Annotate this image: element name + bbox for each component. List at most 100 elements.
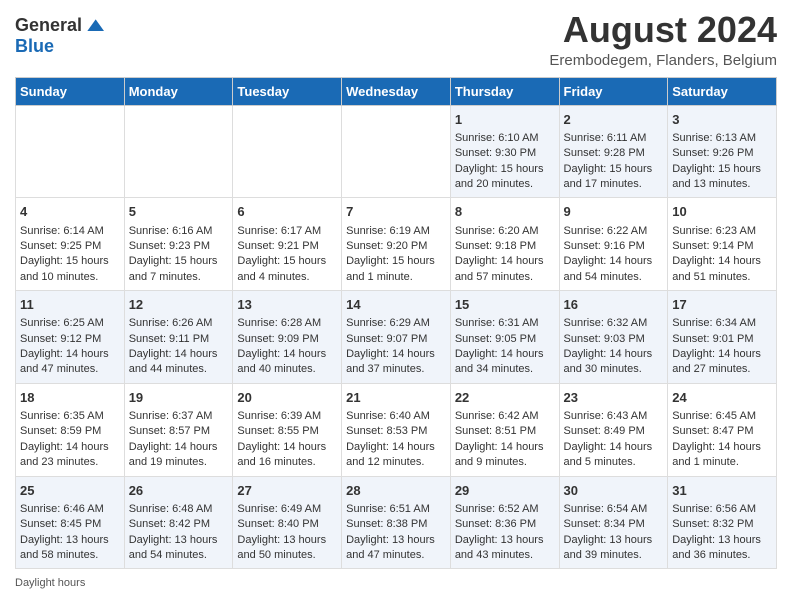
day-content: Sunrise: 6:10 AM Sunset: 9:30 PM Dayligh…: [455, 131, 555, 193]
calendar-cell: 6 Sunrise: 6:17 AM Sunset: 9:21 PM Daylig…: [233, 198, 342, 291]
day-number: 12: [129, 296, 229, 314]
day-number: 15: [455, 296, 555, 314]
day-content: Sunrise: 6:32 AM Sunset: 9:03 PM Dayligh…: [564, 316, 664, 378]
day-content: Sunrise: 6:46 AM Sunset: 8:45 PM Dayligh…: [20, 502, 120, 564]
calendar-cell: 11 Sunrise: 6:25 AM Sunset: 9:12 PM Dayli…: [16, 291, 125, 384]
calendar-header-row: SundayMondayTuesdayWednesdayThursdayFrid…: [16, 77, 777, 105]
day-number: 26: [129, 482, 229, 500]
day-content: Sunrise: 6:54 AM Sunset: 8:34 PM Dayligh…: [564, 502, 664, 564]
day-number: 5: [129, 203, 229, 221]
day-content: Sunrise: 6:49 AM Sunset: 8:40 PM Dayligh…: [237, 502, 337, 564]
day-number: 31: [672, 482, 772, 500]
day-content: Sunrise: 6:19 AM Sunset: 9:20 PM Dayligh…: [346, 224, 446, 286]
calendar-week-row: 4 Sunrise: 6:14 AM Sunset: 9:25 PM Daylig…: [16, 198, 777, 291]
footer: Daylight hours: [15, 577, 777, 589]
calendar-cell: 24 Sunrise: 6:45 AM Sunset: 8:47 PM Dayli…: [668, 383, 777, 476]
calendar-cell: 29 Sunrise: 6:52 AM Sunset: 8:36 PM Dayli…: [450, 476, 559, 569]
day-content: Sunrise: 6:48 AM Sunset: 8:42 PM Dayligh…: [129, 502, 229, 564]
day-content: Sunrise: 6:14 AM Sunset: 9:25 PM Dayligh…: [20, 224, 120, 286]
day-number: 23: [564, 389, 664, 407]
calendar-cell: 3Sunrise: 6:13 AM Sunset: 9:26 PM Daylig…: [668, 105, 777, 198]
logo: General Blue: [15, 15, 104, 57]
calendar-cell: 8Sunrise: 6:20 AM Sunset: 9:18 PM Daylig…: [450, 198, 559, 291]
day-number: 19: [129, 389, 229, 407]
day-number: 27: [237, 482, 337, 500]
day-number: 28: [346, 482, 446, 500]
day-content: Sunrise: 6:16 AM Sunset: 9:23 PM Dayligh…: [129, 224, 229, 286]
calendar-cell: 23 Sunrise: 6:43 AM Sunset: 8:49 PM Dayli…: [559, 383, 668, 476]
calendar-cell: 1 Sunrise: 6:10 AM Sunset: 9:30 PM Daylig…: [450, 105, 559, 198]
calendar-cell: 13 Sunrise: 6:28 AM Sunset: 9:09 PM Dayli…: [233, 291, 342, 384]
day-of-week-header: Friday: [559, 77, 668, 105]
day-number: 3: [672, 111, 772, 129]
day-number: 14: [346, 296, 446, 314]
day-content: Sunrise: 6:25 AM Sunset: 9:12 PM Dayligh…: [20, 316, 120, 378]
day-number: 13: [237, 296, 337, 314]
calendar-week-row: 1 Sunrise: 6:10 AM Sunset: 9:30 PM Daylig…: [16, 105, 777, 198]
day-number: 6: [237, 203, 337, 221]
calendar-cell: 27 Sunrise: 6:49 AM Sunset: 8:40 PM Dayli…: [233, 476, 342, 569]
day-of-week-header: Monday: [124, 77, 233, 105]
day-of-week-header: Sunday: [16, 77, 125, 105]
calendar-cell: [342, 105, 451, 198]
calendar-cell: 4 Sunrise: 6:14 AM Sunset: 9:25 PM Daylig…: [16, 198, 125, 291]
day-number: 30: [564, 482, 664, 500]
calendar-cell: 10 Sunrise: 6:23 AM Sunset: 9:14 PM Dayli…: [668, 198, 777, 291]
calendar-cell: [233, 105, 342, 198]
calendar-cell: 9Sunrise: 6:22 AM Sunset: 9:16 PM Daylig…: [559, 198, 668, 291]
calendar-cell: 12 Sunrise: 6:26 AM Sunset: 9:11 PM Dayli…: [124, 291, 233, 384]
location-subtitle: Erembodegem, Flanders, Belgium: [549, 52, 777, 69]
calendar-cell: 14 Sunrise: 6:29 AM Sunset: 9:07 PM Dayli…: [342, 291, 451, 384]
calendar-cell: 26 Sunrise: 6:48 AM Sunset: 8:42 PM Dayli…: [124, 476, 233, 569]
logo-blue-text: Blue: [15, 36, 54, 57]
logo-general-text: General: [15, 15, 82, 36]
day-number: 22: [455, 389, 555, 407]
calendar-cell: 20 Sunrise: 6:39 AM Sunset: 8:55 PM Dayli…: [233, 383, 342, 476]
calendar-cell: 17 Sunrise: 6:34 AM Sunset: 9:01 PM Dayli…: [668, 291, 777, 384]
day-number: 24: [672, 389, 772, 407]
day-number: 17: [672, 296, 772, 314]
calendar-cell: 21Sunrise: 6:40 AM Sunset: 8:53 PM Dayli…: [342, 383, 451, 476]
calendar-week-row: 18Sunrise: 6:35 AM Sunset: 8:59 PM Dayli…: [16, 383, 777, 476]
day-content: Sunrise: 6:52 AM Sunset: 8:36 PM Dayligh…: [455, 502, 555, 564]
month-year-title: August 2024: [549, 10, 777, 50]
calendar-cell: 2Sunrise: 6:11 AM Sunset: 9:28 PM Daylig…: [559, 105, 668, 198]
day-content: Sunrise: 6:29 AM Sunset: 9:07 PM Dayligh…: [346, 316, 446, 378]
day-number: 11: [20, 296, 120, 314]
day-content: Sunrise: 6:28 AM Sunset: 9:09 PM Dayligh…: [237, 316, 337, 378]
day-of-week-header: Wednesday: [342, 77, 451, 105]
day-content: Sunrise: 6:43 AM Sunset: 8:49 PM Dayligh…: [564, 409, 664, 471]
day-number: 9: [564, 203, 664, 221]
day-of-week-header: Thursday: [450, 77, 559, 105]
calendar-cell: 18Sunrise: 6:35 AM Sunset: 8:59 PM Dayli…: [16, 383, 125, 476]
calendar-cell: 16Sunrise: 6:32 AM Sunset: 9:03 PM Dayli…: [559, 291, 668, 384]
day-number: 20: [237, 389, 337, 407]
day-of-week-header: Saturday: [668, 77, 777, 105]
header: General Blue August 2024 Erembodegem, Fl…: [15, 10, 777, 69]
calendar-cell: 19Sunrise: 6:37 AM Sunset: 8:57 PM Dayli…: [124, 383, 233, 476]
calendar-cell: 31 Sunrise: 6:56 AM Sunset: 8:32 PM Dayli…: [668, 476, 777, 569]
day-content: Sunrise: 6:17 AM Sunset: 9:21 PM Dayligh…: [237, 224, 337, 286]
calendar-cell: 5 Sunrise: 6:16 AM Sunset: 9:23 PM Daylig…: [124, 198, 233, 291]
day-content: Sunrise: 6:23 AM Sunset: 9:14 PM Dayligh…: [672, 224, 772, 286]
calendar-week-row: 11 Sunrise: 6:25 AM Sunset: 9:12 PM Dayli…: [16, 291, 777, 384]
calendar-cell: 22 Sunrise: 6:42 AM Sunset: 8:51 PM Dayli…: [450, 383, 559, 476]
calendar-table: SundayMondayTuesdayWednesdayThursdayFrid…: [15, 77, 777, 570]
day-number: 29: [455, 482, 555, 500]
logo-icon: [84, 16, 104, 36]
day-number: 4: [20, 203, 120, 221]
day-number: 1: [455, 111, 555, 129]
day-content: Sunrise: 6:39 AM Sunset: 8:55 PM Dayligh…: [237, 409, 337, 471]
day-content: Sunrise: 6:35 AM Sunset: 8:59 PM Dayligh…: [20, 409, 120, 471]
day-content: Sunrise: 6:31 AM Sunset: 9:05 PM Dayligh…: [455, 316, 555, 378]
day-content: Sunrise: 6:20 AM Sunset: 9:18 PM Dayligh…: [455, 224, 555, 286]
day-content: Sunrise: 6:26 AM Sunset: 9:11 PM Dayligh…: [129, 316, 229, 378]
calendar-cell: [16, 105, 125, 198]
day-number: 21: [346, 389, 446, 407]
day-content: Sunrise: 6:56 AM Sunset: 8:32 PM Dayligh…: [672, 502, 772, 564]
day-content: Sunrise: 6:34 AM Sunset: 9:01 PM Dayligh…: [672, 316, 772, 378]
day-number: 10: [672, 203, 772, 221]
day-content: Sunrise: 6:11 AM Sunset: 9:28 PM Dayligh…: [564, 131, 664, 193]
day-content: Sunrise: 6:42 AM Sunset: 8:51 PM Dayligh…: [455, 409, 555, 471]
day-content: Sunrise: 6:45 AM Sunset: 8:47 PM Dayligh…: [672, 409, 772, 471]
